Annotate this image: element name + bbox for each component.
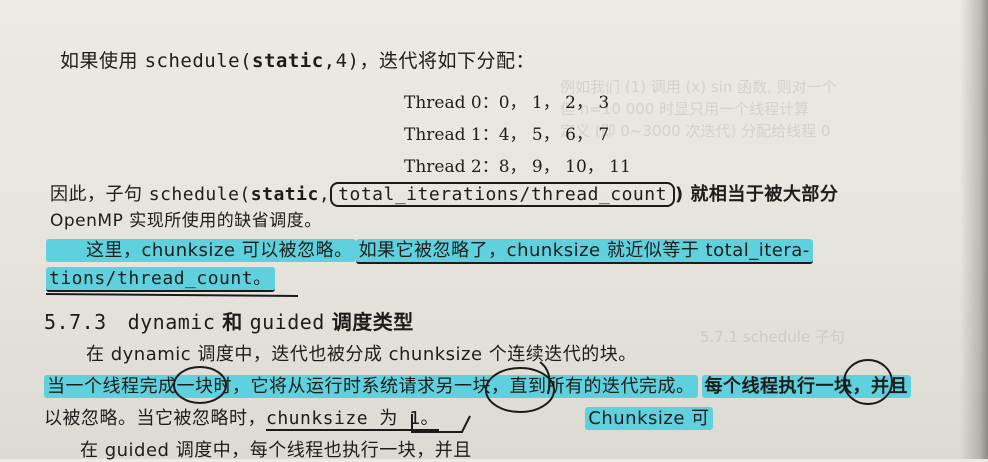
- pen-circle: [485, 367, 555, 413]
- pen-annotations: [45, 293, 893, 433]
- pen-circle: [843, 359, 893, 405]
- pen-circle: [173, 366, 227, 404]
- page-shadow-edge: [960, 0, 988, 459]
- pen-box-mark: [411, 414, 471, 433]
- pen-underline: [45, 293, 299, 297]
